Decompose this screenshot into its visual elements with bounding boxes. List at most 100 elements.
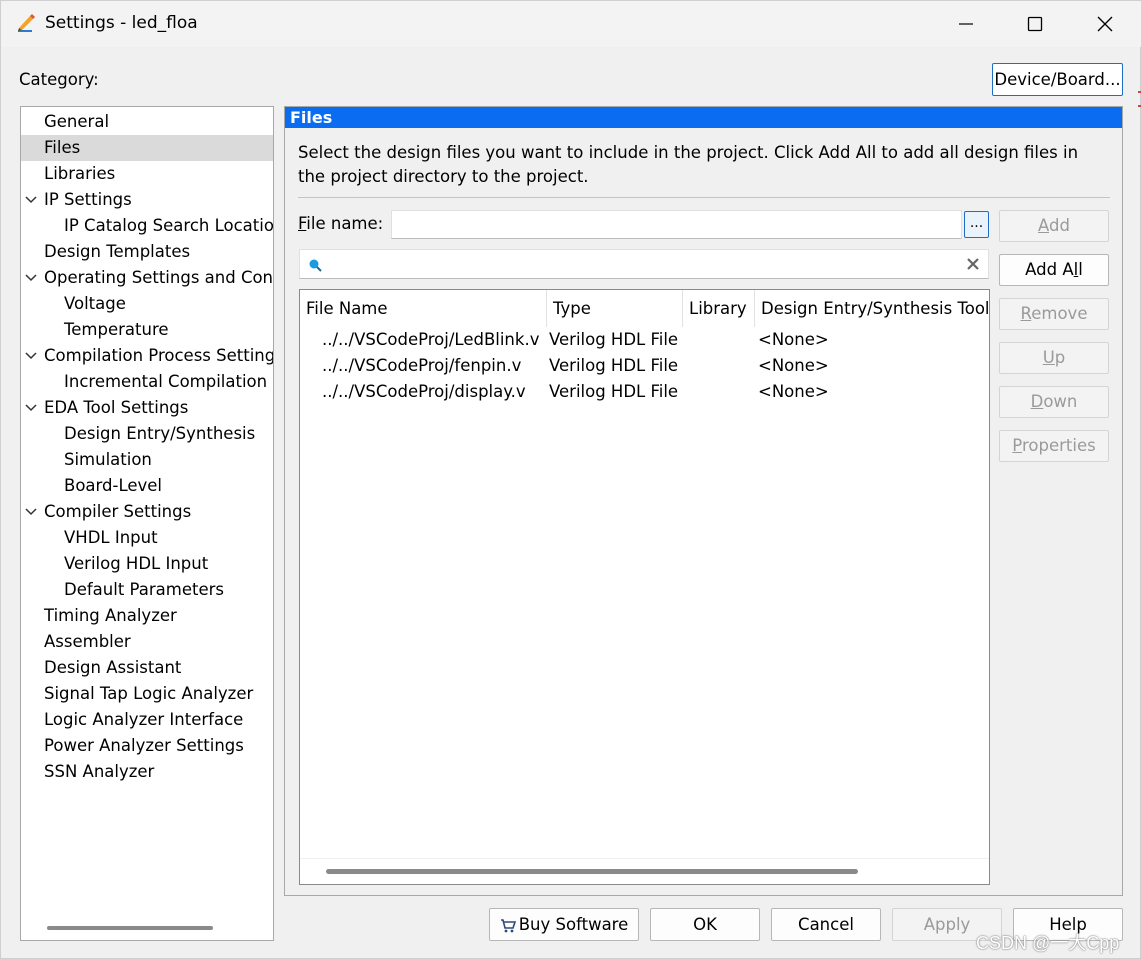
tree-item[interactable]: Compiler Settings <box>21 499 273 525</box>
tree-item[interactable]: Signal Tap Logic Analyzer <box>21 681 273 707</box>
table-row[interactable]: ../../VSCodeProj/display.v Verilog HDL F… <box>300 379 989 405</box>
remove-button[interactable]: Remove <box>999 298 1109 330</box>
tree-item[interactable]: Power Analyzer Settings <box>21 733 273 759</box>
chevron-down-icon[interactable] <box>24 349 38 363</box>
tree-item[interactable]: Board-Level <box>21 473 273 499</box>
cancel-button[interactable]: Cancel <box>771 908 881 941</box>
tree-item-label: Verilog HDL Input <box>64 554 209 573</box>
tree-item-label: EDA Tool Settings <box>44 398 189 417</box>
cart-icon <box>500 918 516 932</box>
tree-item[interactable]: VHDL Input <box>21 525 273 551</box>
tree-item[interactable]: Operating Settings and Conditions <box>21 265 273 291</box>
cell-tool: <None> <box>758 382 829 401</box>
tree-item-label: Incremental Compilation <box>64 372 268 391</box>
tree-item[interactable]: Default Parameters <box>21 577 273 603</box>
tree-item[interactable]: Compilation Process Settings <box>21 343 273 369</box>
tree-item-label: Assembler <box>44 632 131 651</box>
category-tree[interactable]: SSN Analyzer Power Analyzer Settings Logic… <box>20 106 274 941</box>
tree-item-label: Compilation Process Settings <box>44 346 273 365</box>
chevron-down-icon[interactable] <box>24 193 38 207</box>
tree-item[interactable]: Design Entry/Synthesis <box>21 421 273 447</box>
add-button[interactable]: Add <box>999 210 1109 242</box>
window-title: Settings - led_floa <box>45 13 198 33</box>
column-header-tool[interactable]: Design Entry/Synthesis Tool <box>755 290 989 327</box>
minimize-icon <box>959 23 973 25</box>
table-horizontal-scrollbar[interactable] <box>326 869 858 874</box>
tree-item-label: Operating Settings and Conditions <box>44 268 273 287</box>
tree-horizontal-scrollbar[interactable] <box>47 926 213 930</box>
category-label: Category: <box>19 70 99 89</box>
tree-item-label: Temperature <box>64 320 169 339</box>
tree-item-label: IP Catalog Search Location <box>64 216 273 235</box>
table-row[interactable]: ../../VSCodeProj/LedBlink.v Verilog HDL … <box>300 327 989 353</box>
up-button[interactable]: Up <box>999 342 1109 374</box>
cell-file-name: ../../VSCodeProj/LedBlink.v <box>322 330 540 349</box>
settings-dialog: Settings - led_floa Category: Device/Boa… <box>0 0 1141 959</box>
tree-item[interactable]: Design Assistant <box>21 655 273 681</box>
title-bar[interactable]: Settings - led_floa <box>1 1 1141 47</box>
file-search-input[interactable] <box>299 249 989 279</box>
cell-tool: <None> <box>758 330 829 349</box>
tree-item[interactable]: Voltage <box>21 291 273 317</box>
tree-item-label: Design Entry/Synthesis <box>64 424 256 443</box>
tree-item-label: Timing Analyzer <box>44 606 177 625</box>
tree-item[interactable]: Verilog HDL Input <box>21 551 273 577</box>
tree-item[interactable]: Incremental Compilation <box>21 369 273 395</box>
chevron-down-icon[interactable] <box>24 505 38 519</box>
down-button[interactable]: Down <box>999 386 1109 418</box>
tree-item-label: Board-Level <box>64 476 163 495</box>
tree-item[interactable]: IP Settings <box>21 187 273 213</box>
cell-type: Verilog HDL File <box>549 356 679 375</box>
tree-item[interactable]: Simulation <box>21 447 273 473</box>
tree-item-label: Voltage <box>64 294 126 313</box>
tree-item[interactable]: IP Catalog Search Location <box>21 213 273 239</box>
tree-item-label: Default Parameters <box>64 580 224 599</box>
clear-search-icon[interactable] <box>966 257 980 271</box>
tree-item-label: General <box>44 112 110 131</box>
tree-item[interactable]: Timing Analyzer <box>21 603 273 629</box>
files-table[interactable]: File Name Type Library Design Entry/Synt… <box>299 289 990 885</box>
buy-software-button[interactable]: Buy Software <box>489 908 639 941</box>
tree-item[interactable]: General <box>21 109 273 135</box>
tree-item[interactable]: Design Templates <box>21 239 273 265</box>
cell-file-name: ../../VSCodeProj/display.v <box>322 382 526 401</box>
tree-item-label: IP Settings <box>44 190 132 209</box>
chevron-down-icon[interactable] <box>24 271 38 285</box>
tree-item-label: Files <box>44 138 81 157</box>
panel-header: Files <box>285 107 1122 128</box>
tree-item[interactable]: Logic Analyzer Interface <box>21 707 273 733</box>
cell-type: Verilog HDL File <box>549 330 679 349</box>
cell-tool: <None> <box>758 356 829 375</box>
column-header-file-name[interactable]: File Name <box>300 290 547 327</box>
properties-button[interactable]: Properties <box>999 430 1109 462</box>
ok-button[interactable]: OK <box>650 908 760 941</box>
tree-item[interactable]: Temperature <box>21 317 273 343</box>
close-button[interactable] <box>1070 1 1140 47</box>
watermark: CSDN @一大Cpp <box>976 933 1120 953</box>
minimize-button[interactable] <box>931 1 1001 47</box>
table-row[interactable]: ../../VSCodeProj/fenpin.v Verilog HDL Fi… <box>300 353 989 379</box>
column-header-library[interactable]: Library <box>683 290 755 327</box>
tree-item[interactable]: Libraries <box>21 161 273 187</box>
files-panel: Files Select the design files you want t… <box>284 106 1123 896</box>
search-icon <box>309 259 322 272</box>
tree-item[interactable]: EDA Tool Settings <box>21 395 273 421</box>
tree-item-label: Libraries <box>44 164 116 183</box>
settings-pencil-icon <box>18 14 35 32</box>
column-header-type[interactable]: Type <box>547 290 683 327</box>
tree-item[interactable]: SSN Analyzer <box>21 759 273 785</box>
chevron-down-icon[interactable] <box>24 401 38 415</box>
tree-item[interactable]: Assembler <box>21 629 273 655</box>
file-name-label: File name: <box>298 214 384 233</box>
maximize-icon <box>1027 16 1043 32</box>
maximize-button[interactable] <box>1000 1 1070 47</box>
tree-item-label: Signal Tap Logic Analyzer <box>44 684 254 703</box>
browse-button[interactable]: ... <box>964 211 989 238</box>
tree-item-label: Simulation <box>64 450 152 469</box>
tree-item-label: Design Assistant <box>44 658 182 677</box>
cell-type: Verilog HDL File <box>549 382 679 401</box>
device-board-button[interactable]: Device/Board... <box>992 63 1123 96</box>
file-name-input[interactable] <box>391 210 962 239</box>
add-all-button[interactable]: Add All <box>999 254 1109 286</box>
tree-item[interactable]: Files <box>21 135 273 161</box>
